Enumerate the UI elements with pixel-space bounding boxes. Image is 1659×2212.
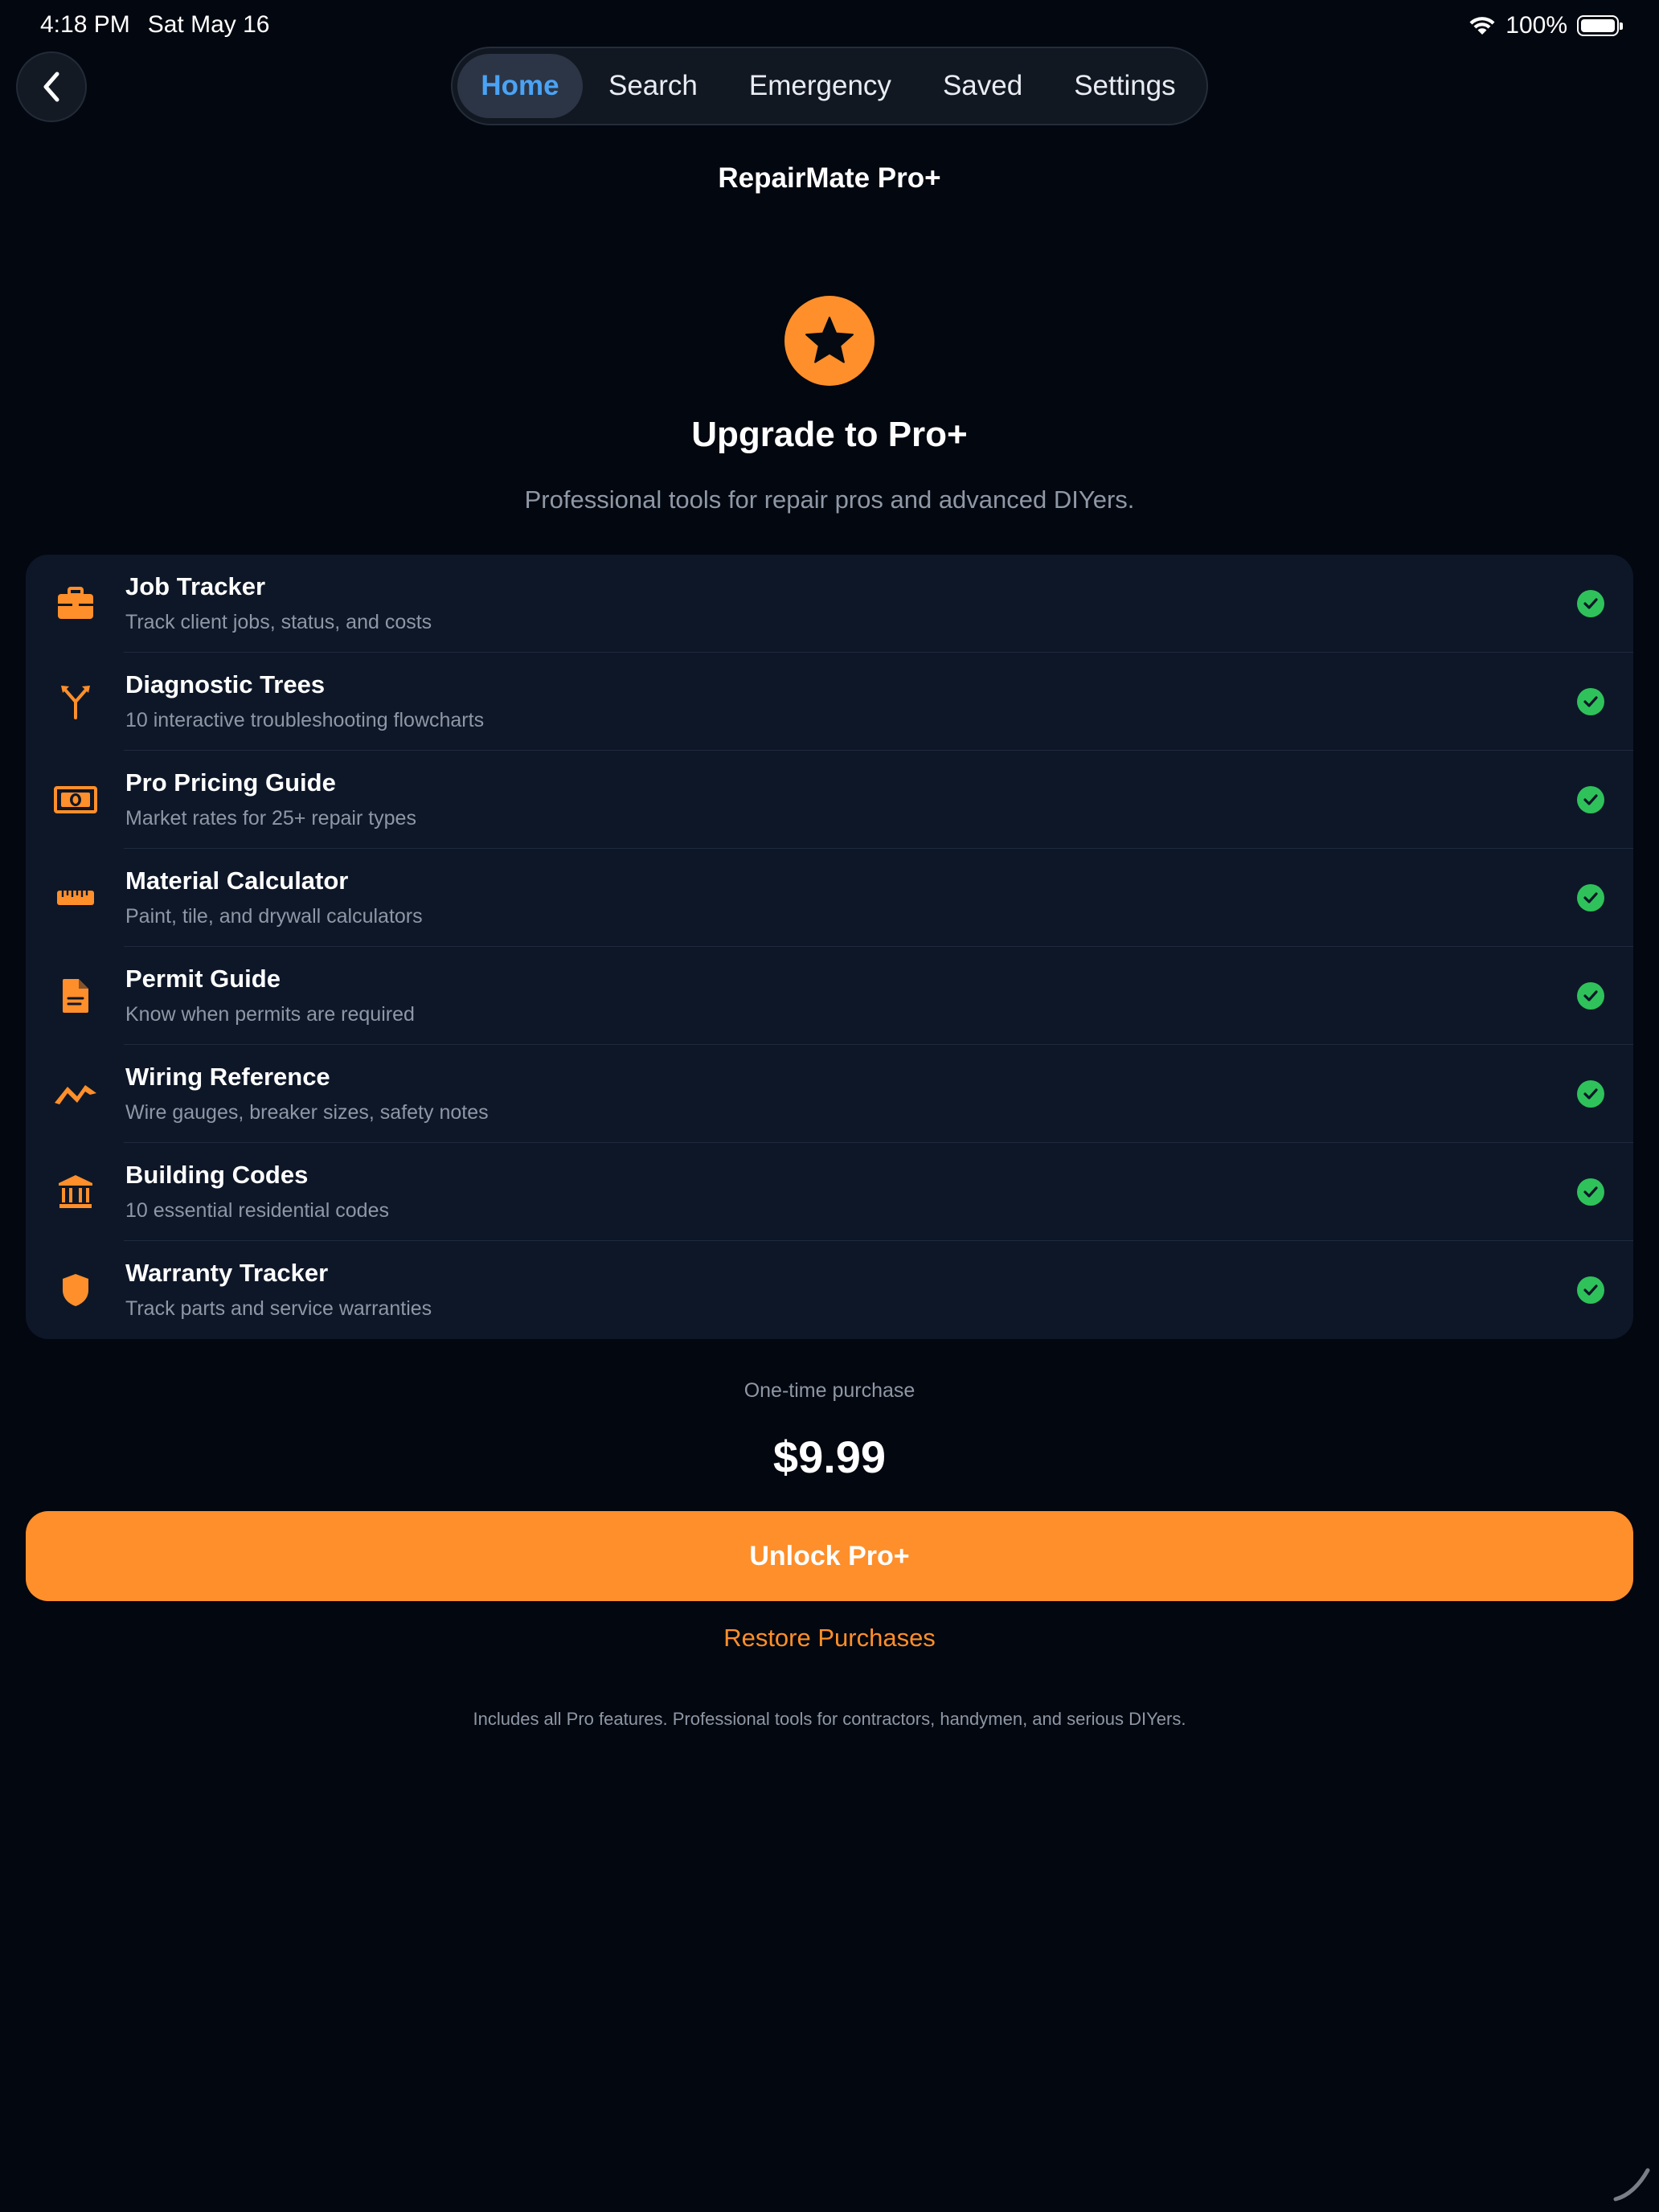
feature-description: 10 interactive troubleshooting flowchart…: [125, 709, 485, 731]
status-date: Sat May 16: [147, 11, 270, 38]
status-bar-right: 100%: [1469, 11, 1623, 40]
feature-row: Wiring Reference Wire gauges, breaker si…: [26, 1045, 1633, 1143]
features-list: Job Tracker Track client jobs, status, a…: [26, 555, 1633, 1339]
feature-row: Pro Pricing Guide Market rates for 25+ r…: [26, 751, 1633, 849]
feature-description: Track parts and service warranties: [125, 1297, 432, 1320]
battery-icon: [1577, 15, 1623, 36]
star-icon: [805, 317, 854, 363]
checkmark-icon: [1577, 1276, 1604, 1304]
banknote-icon: [53, 777, 98, 822]
star-badge: [784, 296, 875, 386]
resize-handle-icon: [1613, 2168, 1650, 2202]
chevron-left-icon: [43, 72, 59, 102]
feature-description: Paint, tile, and drywall calculators: [125, 905, 423, 928]
top-navigation: Home Search Emergency Saved Settings: [451, 47, 1208, 125]
feature-row: Material Calculator Paint, tile, and dry…: [26, 849, 1633, 947]
tab-saved[interactable]: Saved: [917, 54, 1048, 118]
unlock-pro-button[interactable]: Unlock Pro+: [26, 1511, 1633, 1601]
restore-purchases-link[interactable]: Restore Purchases: [0, 1624, 1659, 1653]
feature-row: Permit Guide Know when permits are requi…: [26, 947, 1633, 1045]
document-icon: [53, 973, 98, 1018]
checkmark-icon: [1577, 688, 1604, 715]
purchase-type-label: One-time purchase: [743, 1379, 916, 1402]
checkmark-icon: [1577, 1178, 1604, 1206]
feature-title: Permit Guide: [125, 965, 281, 993]
feature-description: Market rates for 25+ repair types: [125, 807, 416, 830]
feature-title: Pro Pricing Guide: [125, 768, 336, 797]
checkmark-icon: [1577, 590, 1604, 617]
briefcase-icon: [53, 581, 98, 626]
shield-icon: [53, 1268, 98, 1313]
price: $9.99: [772, 1432, 887, 1482]
feature-title: Material Calculator: [125, 866, 349, 895]
feature-row: Warranty Tracker Track parts and service…: [26, 1241, 1633, 1339]
feature-description: 10 essential residential codes: [125, 1199, 389, 1222]
tab-emergency[interactable]: Emergency: [723, 54, 917, 118]
back-button[interactable]: [16, 51, 87, 122]
upgrade-headline: Upgrade to Pro+: [691, 415, 968, 454]
feature-title: Warranty Tracker: [125, 1259, 329, 1287]
tab-home[interactable]: Home: [457, 54, 583, 118]
feature-description: Wire gauges, breaker sizes, safety notes: [125, 1101, 489, 1124]
feature-title: Building Codes: [125, 1161, 309, 1189]
feature-title: Diagnostic Trees: [125, 670, 326, 698]
restore-purchases-label[interactable]: Restore Purchases: [723, 1624, 936, 1652]
feature-description: Track client jobs, status, and costs: [125, 611, 432, 633]
wifi-icon: [1469, 15, 1496, 36]
feature-row: Building Codes 10 essential residential …: [26, 1143, 1633, 1241]
feature-title: Wiring Reference: [125, 1063, 330, 1091]
checkmark-icon: [1577, 884, 1604, 911]
page-title: RepairMate Pro+: [718, 162, 941, 194]
feature-row: Job Tracker Track client jobs, status, a…: [26, 555, 1633, 653]
status-time: 4:18 PM: [40, 11, 130, 38]
checkmark-icon: [1577, 786, 1604, 813]
footnote: Includes all Pro features. Professional …: [473, 1709, 1186, 1729]
feature-description: Know when permits are required: [125, 1003, 415, 1026]
checkmark-icon: [1577, 982, 1604, 1010]
tab-search[interactable]: Search: [583, 54, 723, 118]
bolt-icon: [53, 1071, 98, 1116]
status-bar-time: 4:18 PM Sat May 16: [40, 11, 287, 39]
feature-title: Job Tracker: [125, 572, 266, 600]
upgrade-subheadline: Professional tools for repair pros and a…: [524, 485, 1135, 514]
branch-icon: [53, 679, 98, 724]
feature-row: Diagnostic Trees 10 interactive troubles…: [26, 653, 1633, 751]
ruler-icon: [53, 875, 98, 920]
battery-percent: 100%: [1505, 12, 1567, 39]
building-columns-icon: [53, 1169, 98, 1215]
tab-settings[interactable]: Settings: [1048, 54, 1201, 118]
checkmark-icon: [1577, 1080, 1604, 1108]
